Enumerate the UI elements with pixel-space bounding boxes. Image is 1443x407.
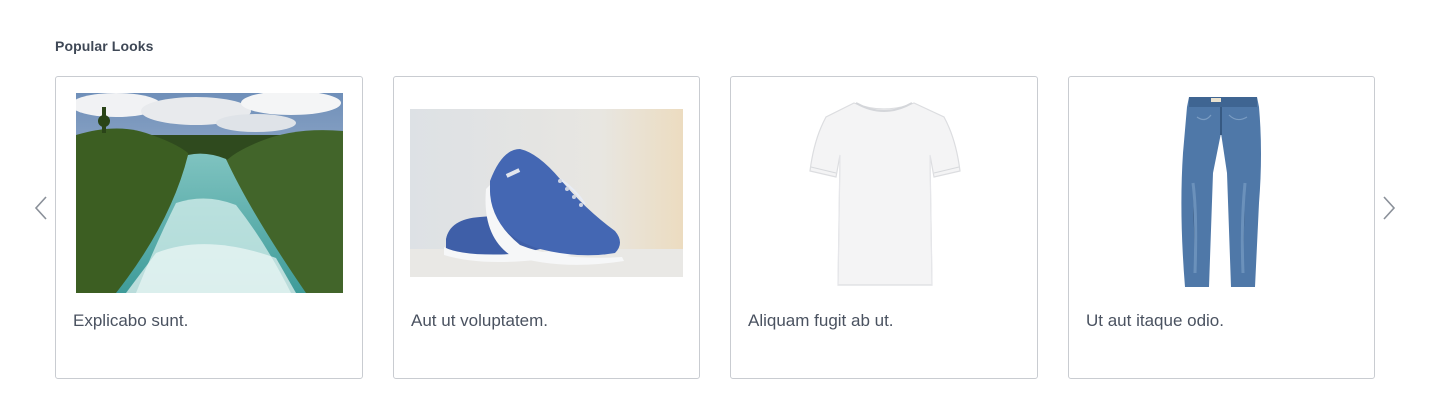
look-image bbox=[731, 93, 1037, 293]
chevron-right-icon bbox=[1383, 196, 1396, 220]
section-title: Popular Looks bbox=[55, 38, 154, 54]
look-caption: Aliquam fugit ab ut. bbox=[748, 311, 894, 330]
white-tshirt-image bbox=[784, 93, 984, 293]
look-caption: Aut ut voluptatem. bbox=[411, 311, 549, 330]
popular-looks-section: Popular Looks Explicabo sunt. Aut ut vol… bbox=[0, 0, 1443, 407]
look-image bbox=[56, 93, 362, 293]
look-caption: Explicabo sunt. bbox=[73, 311, 189, 330]
blue-sneakers-image bbox=[410, 109, 683, 277]
look-card[interactable]: Explicabo sunt. bbox=[55, 76, 363, 379]
look-image bbox=[1069, 93, 1374, 293]
river-rapids-image bbox=[75, 93, 343, 293]
look-card[interactable]: Aliquam fugit ab ut. bbox=[730, 76, 1038, 379]
carousel-prev-button[interactable] bbox=[29, 190, 53, 226]
look-card[interactable]: Aut ut voluptatem. bbox=[393, 76, 700, 379]
chevron-left-icon bbox=[34, 196, 47, 220]
look-card[interactable]: Ut aut itaque odio. bbox=[1068, 76, 1375, 379]
look-caption: Ut aut itaque odio. bbox=[1086, 311, 1224, 330]
carousel-next-button[interactable] bbox=[1377, 190, 1401, 226]
look-image bbox=[394, 93, 699, 293]
blue-jeans-image bbox=[1166, 93, 1277, 293]
